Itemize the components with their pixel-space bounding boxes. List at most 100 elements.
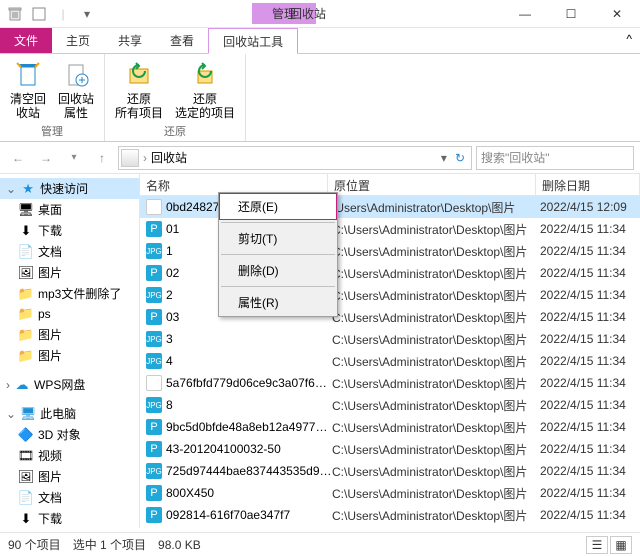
tree-item[interactable]: 🖼图片: [0, 466, 139, 487]
file-icon: JPG: [146, 463, 162, 479]
col-delete-date[interactable]: 删除日期: [536, 174, 640, 195]
search-placeholder: 搜索"回收站": [481, 149, 550, 166]
file-delete-date: 2022/4/15 12:09: [540, 200, 640, 214]
tree-item-icon: 📁: [18, 348, 34, 364]
tree-item[interactable]: 📁图片: [0, 345, 139, 366]
address-box[interactable]: › 回收站 ▾ ↻: [118, 146, 472, 170]
restore-selected-button[interactable]: 还原 选定的项目: [171, 56, 239, 123]
file-row[interactable]: JPG725d97444bae837443535d9bfe...C:\Users…: [140, 460, 640, 482]
tree-item-label: 文档: [38, 489, 62, 506]
file-name: 5a76fbfd779d06ce9c3a07f6cc3c...: [166, 376, 332, 390]
tree-item[interactable]: 📁mp3文件删除了: [0, 283, 139, 304]
file-delete-date: 2022/4/15 11:34: [540, 332, 640, 346]
file-row[interactable]: JPG1C:\Users\Administrator\Desktop\图片202…: [140, 240, 640, 262]
ctx-properties[interactable]: 属性(R): [219, 289, 337, 316]
tree-item[interactable]: 📄文档: [0, 241, 139, 262]
file-row[interactable]: P092814-616f70ae347f7C:\Users\Administra…: [140, 504, 640, 526]
file-location: C:\Users\Administrator\Desktop\图片: [332, 419, 540, 436]
nav-forward-button[interactable]: →: [34, 146, 58, 170]
file-row[interactable]: JPG2C:\Users\Administrator\Desktop\图片202…: [140, 284, 640, 306]
maximize-button[interactable]: ☐: [548, 0, 594, 28]
file-name: 725d97444bae837443535d9bfe...: [166, 464, 332, 478]
close-button[interactable]: ✕: [594, 0, 640, 28]
tree-item[interactable]: 📄文档: [0, 487, 139, 508]
search-box[interactable]: 搜索"回收站": [476, 146, 634, 170]
tab-share[interactable]: 共享: [104, 28, 156, 53]
file-name: 9bc5d0bfde48a8eb12a4977d86...: [166, 420, 332, 434]
ctx-cut[interactable]: 剪切(T): [219, 225, 337, 252]
restore-all-icon: [123, 58, 155, 90]
file-delete-date: 2022/4/15 11:34: [540, 266, 640, 280]
tree-item-label: 下载: [38, 510, 62, 527]
tree-item-label: 下载: [38, 222, 62, 239]
minimize-button[interactable]: —: [502, 0, 548, 28]
ribbon: 清空回 收站 回收站 属性 管理 还原 所有项目 还原: [0, 54, 640, 142]
view-details-icon[interactable]: ☰: [586, 536, 608, 554]
tree-wps[interactable]: ›☁WPS网盘: [0, 374, 139, 395]
empty-recycle-bin-button[interactable]: 清空回 收站: [6, 56, 50, 123]
nav-back-button[interactable]: ←: [6, 146, 30, 170]
tree-item-label: 图片: [38, 347, 62, 364]
ribbon-collapse-caret[interactable]: ^: [626, 32, 632, 46]
tree-item-icon: 📄: [18, 490, 34, 506]
tree-item[interactable]: ⬇下载: [0, 508, 139, 528]
star-icon: ★: [20, 181, 36, 197]
nav-recent-dropdown[interactable]: ▾: [62, 146, 86, 170]
file-row[interactable]: 5a76fbfd779d06ce9c3a07f6cc3c...C:\Users\…: [140, 372, 640, 394]
nav-tree[interactable]: ⌄★快速访问 🖥桌面⬇下载📄文档🖼图片📁mp3文件删除了📁ps📁图片📁图片 ›☁…: [0, 174, 140, 528]
tree-quick-access[interactable]: ⌄★快速访问: [0, 178, 139, 199]
tree-item-label: ps: [38, 307, 51, 321]
tree-item-label: 图片: [38, 468, 62, 485]
file-row[interactable]: JPG4C:\Users\Administrator\Desktop\图片202…: [140, 350, 640, 372]
tab-home[interactable]: 主页: [52, 28, 104, 53]
tree-item-label: 图片: [38, 326, 62, 343]
tree-item[interactable]: 📁图片: [0, 324, 139, 345]
tree-item[interactable]: 🖼图片: [0, 262, 139, 283]
tree-this-pc[interactable]: ⌄🖥此电脑: [0, 403, 139, 424]
tab-recycle-tools[interactable]: 回收站工具: [208, 28, 298, 54]
file-row[interactable]: P02C:\Users\Administrator\Desktop\图片2022…: [140, 262, 640, 284]
qat-dropdown[interactable]: ▾: [76, 3, 98, 25]
address-bin-icon: [121, 149, 139, 167]
recycle-bin-properties-button[interactable]: 回收站 属性: [54, 56, 98, 123]
file-row[interactable]: P800X450C:\Users\Administrator\Desktop\图…: [140, 482, 640, 504]
tree-item-icon: 📁: [18, 286, 34, 302]
file-icon: P: [146, 485, 162, 501]
restore-all-button[interactable]: 还原 所有项目: [111, 56, 167, 123]
file-rows[interactable]: 0bd24827(\Users\Administrator\Desktop\图片…: [140, 196, 640, 528]
file-location: C:\Users\Administrator\Desktop\图片: [332, 331, 540, 348]
ctx-delete[interactable]: 删除(D): [219, 257, 337, 284]
file-name: 8: [166, 398, 332, 412]
tree-item-icon: 🖼: [18, 469, 34, 485]
address-dropdown-icon[interactable]: ▾: [441, 151, 447, 165]
tree-item[interactable]: 📁ps: [0, 304, 139, 324]
file-row[interactable]: JPG3C:\Users\Administrator\Desktop\图片202…: [140, 328, 640, 350]
file-location: \Users\Administrator\Desktop\图片: [332, 199, 540, 216]
file-icon: [146, 199, 162, 215]
tree-item[interactable]: 🔷3D 对象: [0, 424, 139, 445]
tab-view[interactable]: 查看: [156, 28, 208, 53]
tree-item-icon: ⬇: [18, 511, 34, 527]
tree-item[interactable]: 🎞视频: [0, 445, 139, 466]
file-delete-date: 2022/4/15 11:34: [540, 310, 640, 324]
nav-up-button[interactable]: ↑: [90, 146, 114, 170]
ctx-restore[interactable]: 还原(E): [219, 193, 337, 220]
file-name: 800X450: [166, 486, 332, 500]
file-row[interactable]: JPG8C:\Users\Administrator\Desktop\图片202…: [140, 394, 640, 416]
file-row[interactable]: P43-201204100032-50C:\Users\Administrato…: [140, 438, 640, 460]
tree-item[interactable]: ⬇下载: [0, 220, 139, 241]
file-row[interactable]: 0bd24827(\Users\Administrator\Desktop\图片…: [140, 196, 640, 218]
qat-blank-icon[interactable]: [28, 3, 50, 25]
tree-item[interactable]: 🖥桌面: [0, 199, 139, 220]
tab-file[interactable]: 文件: [0, 28, 52, 53]
file-row[interactable]: P01C:\Users\Administrator\Desktop\图片2022…: [140, 218, 640, 240]
col-location[interactable]: 原位置: [328, 174, 536, 195]
file-icon: JPG: [146, 243, 162, 259]
file-location: C:\Users\Administrator\Desktop\图片: [332, 309, 540, 326]
file-icon: [146, 375, 162, 391]
file-row[interactable]: P03C:\Users\Administrator\Desktop\图片2022…: [140, 306, 640, 328]
view-large-icon[interactable]: ▦: [610, 536, 632, 554]
file-row[interactable]: P27933565-15359b1b33056e53C:\Users\Admin…: [140, 526, 640, 528]
refresh-icon[interactable]: ↻: [451, 151, 469, 165]
file-row[interactable]: P9bc5d0bfde48a8eb12a4977d86...C:\Users\A…: [140, 416, 640, 438]
